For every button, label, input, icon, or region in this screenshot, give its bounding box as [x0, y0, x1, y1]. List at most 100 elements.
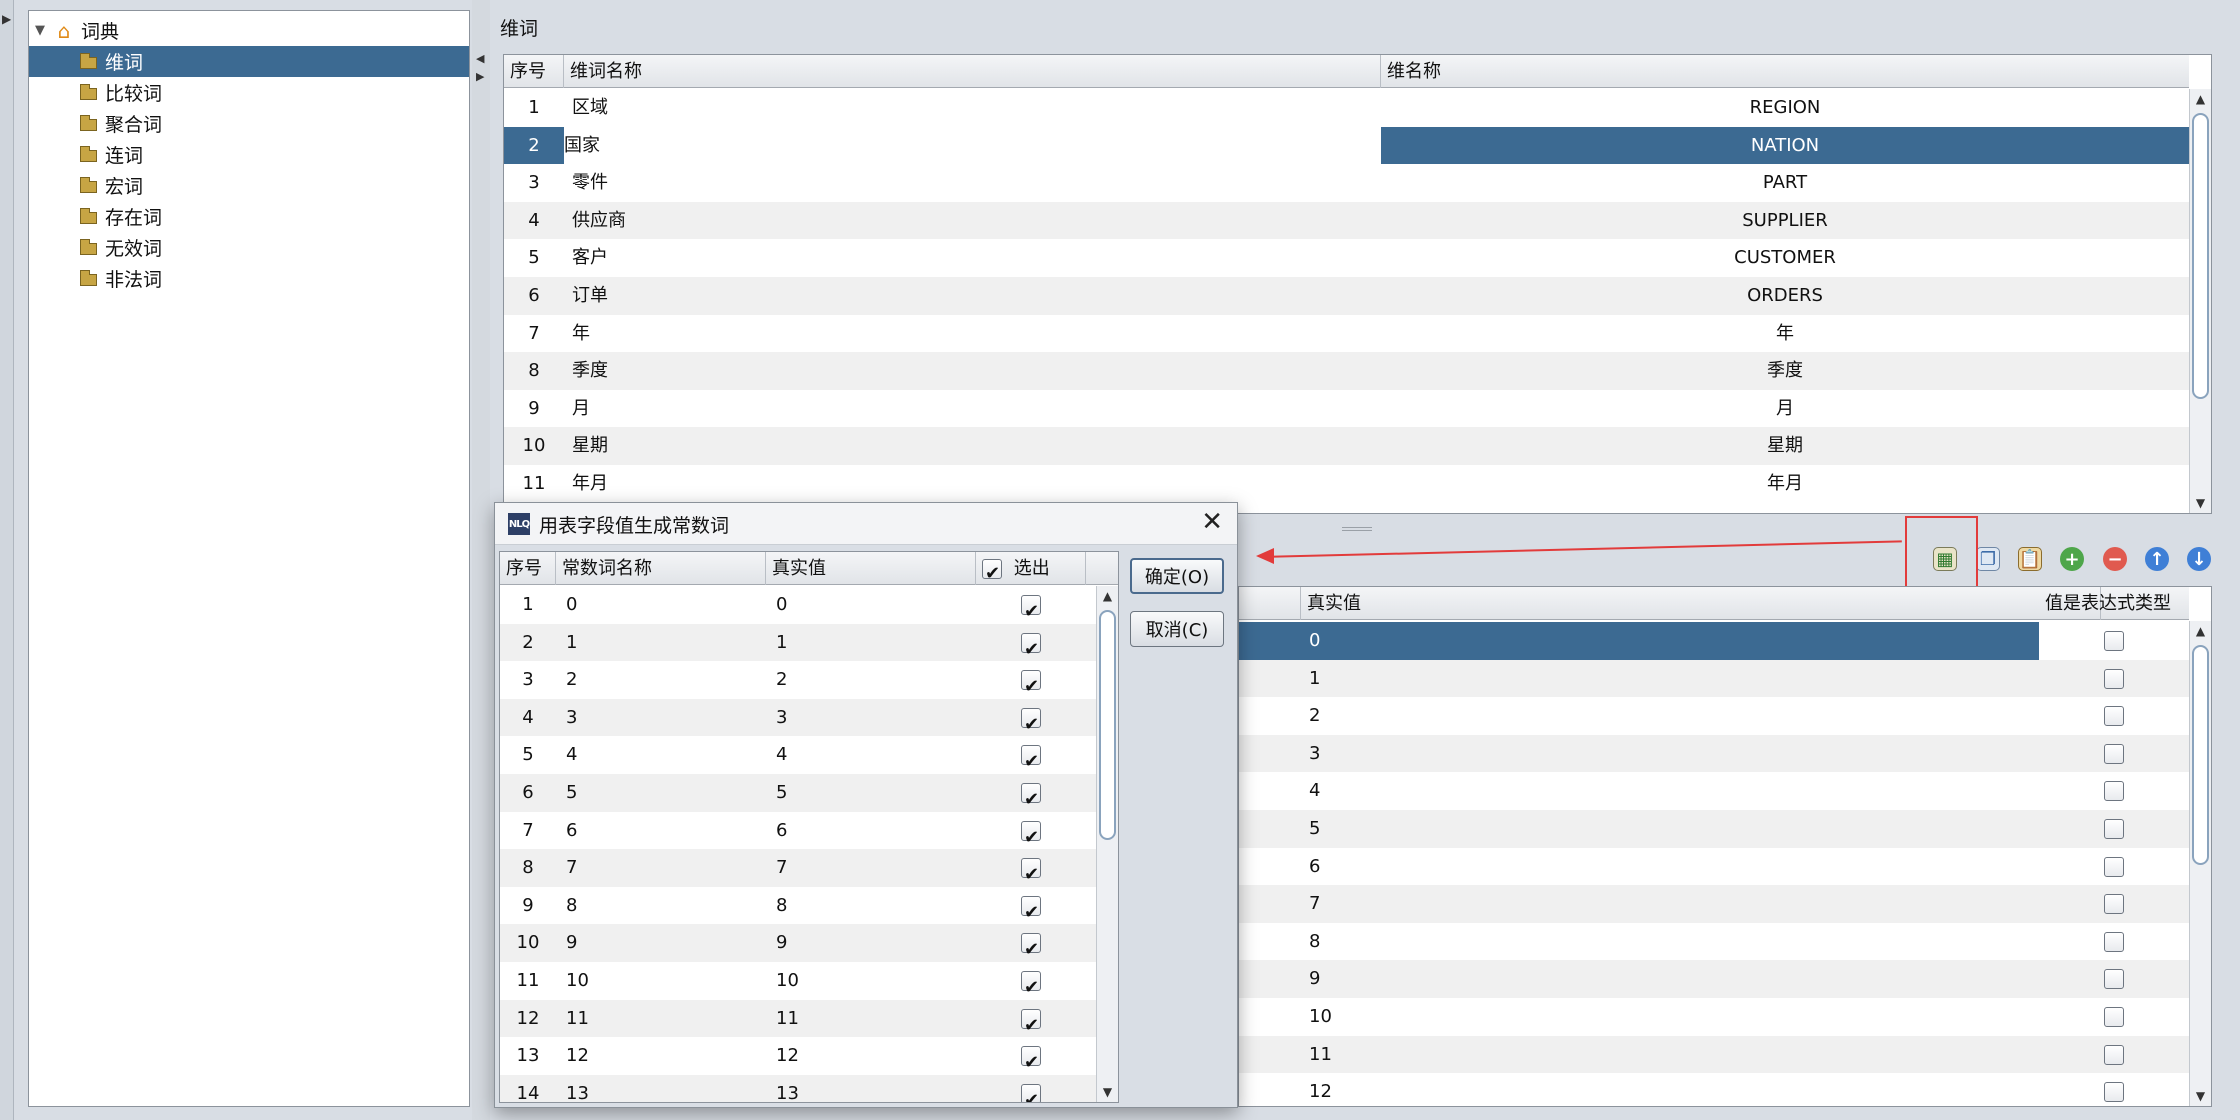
horizontal-splitter-grip[interactable]	[1342, 527, 1372, 531]
row-select-checkbox[interactable]	[976, 1075, 1086, 1102]
table-row[interactable]: 6	[1239, 848, 2189, 886]
tree-item-invalid-words[interactable]: 无效词	[29, 232, 469, 263]
col-header-no[interactable]: 序号	[500, 552, 556, 585]
table-row[interactable]: 9	[1239, 960, 2189, 998]
row-select-checkbox[interactable]	[976, 849, 1086, 894]
row-expression-checkbox[interactable]	[2039, 960, 2189, 998]
row-select-checkbox[interactable]	[976, 962, 1086, 1007]
row-select-checkbox[interactable]	[976, 624, 1086, 668]
row-expression-checkbox[interactable]	[2039, 810, 2189, 848]
table-row[interactable]: 2	[1239, 697, 2189, 735]
row-expression-checkbox[interactable]	[2039, 697, 2189, 735]
add-icon[interactable]: +	[2057, 544, 2087, 574]
table-row[interactable]: 8 7 7	[500, 849, 1096, 894]
row-expression-checkbox[interactable]	[2039, 660, 2189, 698]
col-header-real-value[interactable]: 真实值	[1301, 587, 2101, 620]
table-row[interactable]: 6 订单 ORDERS	[504, 277, 2189, 315]
row-select-checkbox[interactable]	[976, 1037, 1086, 1082]
table-row[interactable]: 8 季度 季度	[504, 352, 2189, 390]
scroll-down-icon[interactable]: ▼	[1097, 1082, 1118, 1102]
scrollbar-thumb[interactable]	[2192, 113, 2209, 399]
scrollbar-thumb[interactable]	[1099, 610, 1116, 840]
table-row[interactable]: 8	[1239, 923, 2189, 961]
row-expression-checkbox[interactable]	[2039, 1073, 2189, 1106]
col-header-dimension-name[interactable]: 维名称	[1381, 55, 2189, 88]
upper-table-scrollbar[interactable]: ▲ ▼	[2189, 89, 2211, 513]
tree-item-macro-words[interactable]: 宏词	[29, 170, 469, 201]
remove-icon[interactable]: −	[2100, 544, 2130, 574]
table-row[interactable]: 7 年 年	[504, 315, 2189, 353]
table-row[interactable]: 1 区域 REGION	[504, 89, 2189, 127]
table-row[interactable]: 14 13 13	[500, 1074, 1096, 1102]
tree-item-comparison-words[interactable]: 比较词	[29, 77, 469, 108]
row-select-checkbox[interactable]	[976, 736, 1086, 781]
paste-icon[interactable]: 📋	[2015, 544, 2045, 574]
table-row[interactable]: 11 10 10	[500, 962, 1096, 1007]
table-row[interactable]: 4 供应商 SUPPLIER	[504, 201, 2189, 240]
col-header-is-expression[interactable]: 值是表达式类型	[2039, 587, 2189, 620]
table-row[interactable]: 9 月 月	[504, 390, 2189, 428]
row-expression-checkbox[interactable]	[2039, 1036, 2189, 1074]
table-row[interactable]: 11 年月 年月	[504, 465, 2189, 503]
tree-item-dimension-words[interactable]: 维词	[29, 46, 469, 77]
expand-right-icon[interactable]: ▶	[476, 70, 484, 83]
row-select-checkbox[interactable]	[976, 812, 1086, 856]
table-row[interactable]: 5 客户 CUSTOMER	[504, 239, 2189, 277]
cancel-button[interactable]: 取消(C)	[1130, 611, 1224, 647]
row-select-checkbox[interactable]	[976, 586, 1086, 631]
row-expression-checkbox[interactable]	[2039, 735, 2189, 773]
table-row[interactable]: 4 3 3	[500, 698, 1096, 743]
row-select-checkbox[interactable]	[976, 661, 1086, 706]
table-row[interactable]: 7	[1239, 885, 2189, 923]
col-header-constant-name[interactable]: 常数词名称	[556, 552, 766, 585]
table-row[interactable]: 4	[1239, 772, 2189, 810]
row-expression-checkbox[interactable]	[2039, 848, 2189, 886]
tree-root[interactable]: ▼ ⌂ 词典	[29, 15, 469, 46]
scroll-down-icon[interactable]: ▼	[2190, 493, 2211, 513]
tree-item-aggregate-words[interactable]: 聚合词	[29, 108, 469, 139]
table-row-selected[interactable]: 2 国家 NATION	[504, 126, 2189, 165]
table-row[interactable]: 10 9 9	[500, 924, 1096, 969]
table-row[interactable]: 12	[1239, 1073, 2189, 1106]
move-up-icon[interactable]: ↑	[2142, 544, 2172, 574]
ok-button[interactable]: 确定(O)	[1130, 558, 1224, 594]
tree-item-conjunctions[interactable]: 连词	[29, 139, 469, 170]
table-row[interactable]: 10 星期 星期	[504, 427, 2189, 465]
close-icon[interactable]: ✕	[1201, 507, 1223, 537]
expand-arrow-icon[interactable]: ▶	[2, 12, 11, 26]
row-select-checkbox[interactable]	[976, 924, 1086, 969]
col-header-select[interactable]: 选出	[976, 552, 1086, 590]
select-all-checkbox[interactable]	[982, 557, 1002, 590]
row-select-checkbox[interactable]	[976, 1000, 1086, 1044]
table-row[interactable]: 12 11 11	[500, 999, 1096, 1044]
lower-table-scrollbar[interactable]: ▲ ▼	[2189, 621, 2211, 1106]
scrollbar-thumb[interactable]	[2192, 645, 2209, 865]
col-header-word-name[interactable]: 维词名称	[564, 55, 1381, 88]
dialog-titlebar[interactable]: NLQ 用表字段值生成常数词 ✕	[495, 503, 1237, 545]
table-row[interactable]: 2 1 1	[500, 623, 1096, 668]
table-row-selected[interactable]: 0	[1239, 622, 2189, 660]
table-row[interactable]: 6 5 5	[500, 774, 1096, 819]
table-row[interactable]: 10	[1239, 998, 2189, 1036]
row-expression-checkbox[interactable]	[2039, 772, 2189, 810]
table-row[interactable]: 3 零件 PART	[504, 164, 2189, 202]
table-row[interactable]: 1	[1239, 659, 2189, 698]
row-expression-checkbox[interactable]	[2039, 622, 2189, 660]
row-expression-checkbox[interactable]	[2039, 998, 2189, 1036]
scroll-up-icon[interactable]: ▲	[1097, 586, 1118, 606]
dialog-table-scrollbar[interactable]: ▲ ▼	[1096, 586, 1118, 1102]
table-row[interactable]: 3 2 2	[500, 661, 1096, 706]
collapse-triangle-icon[interactable]: ▼	[35, 23, 45, 38]
tree-item-illegal-words[interactable]: 非法词	[29, 263, 469, 294]
row-expression-checkbox[interactable]	[2039, 923, 2189, 961]
col-header-real-value[interactable]: 真实值	[766, 552, 976, 585]
scroll-up-icon[interactable]: ▲	[2190, 621, 2211, 641]
table-row[interactable]: 5 4 4	[500, 736, 1096, 781]
table-row[interactable]: 11	[1239, 1035, 2189, 1074]
row-select-checkbox[interactable]	[976, 887, 1086, 931]
table-row[interactable]: 7 6 6	[500, 812, 1096, 856]
tree-item-existence-words[interactable]: 存在词	[29, 201, 469, 232]
table-row[interactable]: 3	[1239, 734, 2189, 773]
table-row[interactable]: 5	[1239, 810, 2189, 848]
scroll-down-icon[interactable]: ▼	[2190, 1086, 2211, 1106]
